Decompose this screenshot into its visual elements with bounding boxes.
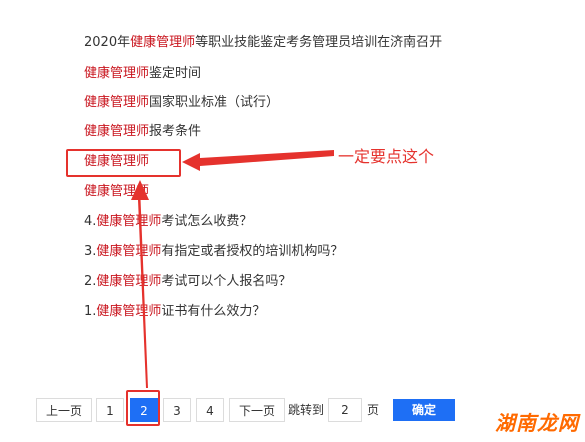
annotation-text: 一定要点这个 <box>338 147 435 166</box>
arrow-up-from-page-icon <box>131 180 149 388</box>
annotation-arrows <box>131 150 334 388</box>
watermark-logo: 湖南龙网 <box>495 411 579 435</box>
arrow-to-article-icon <box>182 150 334 171</box>
